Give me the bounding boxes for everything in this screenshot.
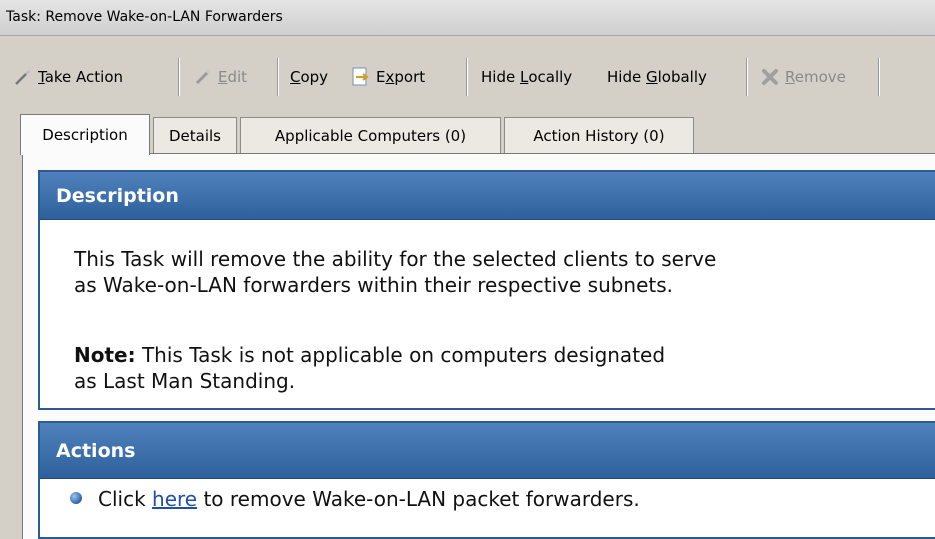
x-icon [759,66,781,88]
window-title: Task: Remove Wake-on-LAN Forwarders [6,9,283,25]
actions-body: Click here to remove Wake-on-LAN packet … [40,479,935,537]
note-line2: as Last Man Standing. [74,369,296,393]
export-icon [350,66,372,88]
toolbar-separator [178,58,179,96]
hide-globally-button[interactable]: Hide Globally [607,57,707,97]
description-text-line2: as Wake-on-LAN forwarders within their r… [74,273,674,297]
description-text-line1: This Task will remove the ability for th… [74,247,717,271]
tab-description[interactable]: Description [20,114,150,155]
actions-header: Actions [40,423,935,479]
pencil-icon [192,66,214,88]
take-action-button[interactable]: Take Action [12,57,123,97]
actions-section: Actions Click here to remove Wake-on-LAN… [38,421,935,539]
action-item: Click here to remove Wake-on-LAN packet … [98,487,640,511]
wand-icon [12,66,34,88]
description-section: Description This Task will remove the ab… [38,170,935,410]
toolbar-separator [746,58,747,96]
window-titlebar: Task: Remove Wake-on-LAN Forwarders [0,0,935,36]
copy-button[interactable]: Copy [290,57,328,97]
hide-locally-button[interactable]: Hide Locally [481,57,572,97]
description-body: This Task will remove the ability for th… [40,220,935,408]
tab-action-history[interactable]: Action History (0) [504,117,694,153]
export-button[interactable]: Export [350,57,425,97]
bullet-icon [70,492,82,504]
toolbar-separator [466,58,467,96]
remove-button[interactable]: Remove [759,57,846,97]
edit-button[interactable]: Edit [192,57,247,97]
toolbar-separator [878,58,879,96]
action-here-link[interactable]: here [152,487,197,511]
tab-details[interactable]: Details [153,117,237,153]
toolbar-separator [277,58,278,96]
note-line1: Note: This Task is not applicable on com… [74,343,666,367]
description-header: Description [40,172,935,220]
tab-applicable-computers[interactable]: Applicable Computers (0) [240,117,501,153]
